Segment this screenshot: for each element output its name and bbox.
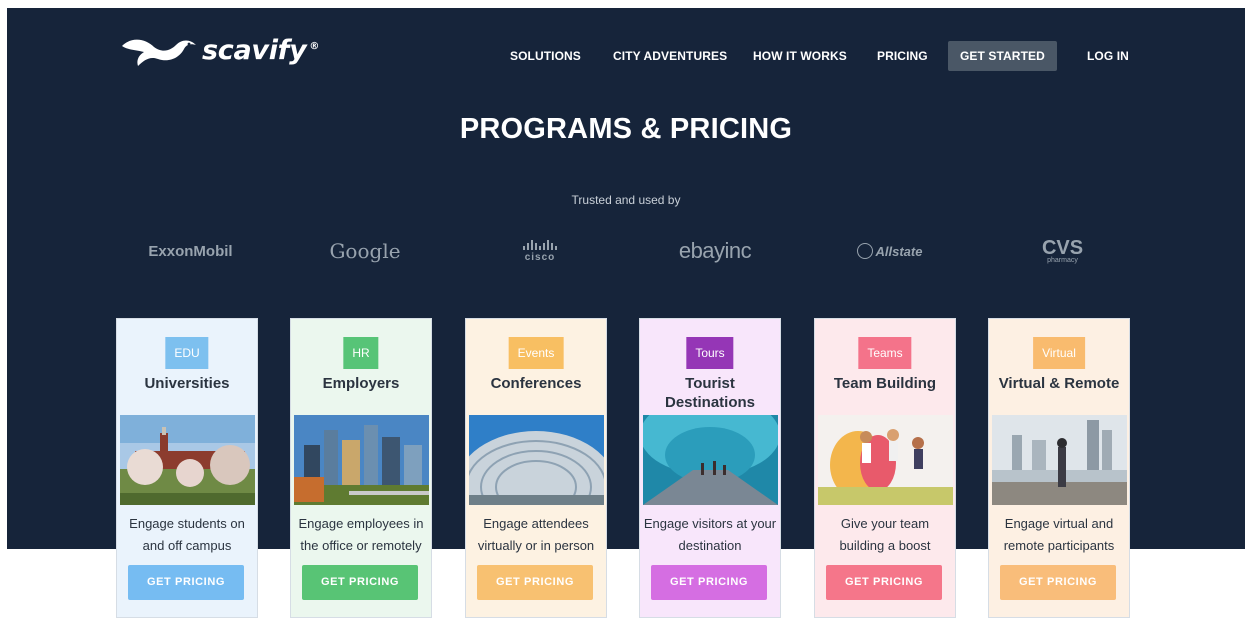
get-pricing-button-events[interactable]: GET PRICING xyxy=(477,565,593,600)
get-pricing-button-teams[interactable]: GET PRICING xyxy=(826,565,942,600)
program-card-universities: EDU Universities Engage students on and o… xyxy=(116,318,258,618)
exxonmobil-logo: ExxonMobil xyxy=(148,242,233,260)
campus-photo xyxy=(120,415,255,505)
get-pricing-button-edu[interactable]: GET PRICING xyxy=(128,565,244,600)
program-card-tourist-destinations: Tours Tourist Destinations Engage visito… xyxy=(639,318,781,618)
cvs-logo: CVS pharmacy xyxy=(1041,236,1084,264)
team-jumping-photo xyxy=(818,415,953,505)
program-title: Virtual & Remote xyxy=(998,375,1120,392)
program-tag: Events xyxy=(508,337,564,369)
program-card-conferences: Events Conferences Engage attendees virtu… xyxy=(465,318,607,618)
program-description: Engage visitors at your destination xyxy=(643,516,777,553)
nav-how-it-works[interactable]: HOW IT WORKS xyxy=(753,41,847,71)
program-tag: Teams xyxy=(858,337,912,369)
ebay-logo: ebay inc xyxy=(678,238,752,263)
conference-hall-photo xyxy=(469,415,604,505)
program-description: Engage employees in the office or remotel… xyxy=(298,516,424,553)
program-title: Tourist Destinations xyxy=(664,375,755,411)
program-title: Conferences xyxy=(490,375,582,392)
program-description: Engage students on and off campus xyxy=(129,516,245,553)
get-pricing-button-hr[interactable]: GET PRICING xyxy=(302,565,418,600)
aquarium-tunnel-photo xyxy=(643,415,778,505)
program-description: Engage attendees virtually or in person xyxy=(477,516,595,553)
nav-log-in[interactable]: LOG IN xyxy=(1087,41,1129,71)
program-card-team-building: Teams Team Building Give your team buildi… xyxy=(814,318,956,618)
allstate-hands-icon xyxy=(856,243,873,259)
allstate-logo: Allstate xyxy=(842,232,937,270)
google-logo: Google xyxy=(329,239,401,263)
get-pricing-button-virtual[interactable]: GET PRICING xyxy=(1000,565,1116,600)
program-title: Universities xyxy=(144,375,230,392)
get-pricing-button-tours[interactable]: GET PRICING xyxy=(651,565,767,600)
nav-pricing[interactable]: PRICING xyxy=(877,41,928,71)
program-title: Employers xyxy=(322,375,400,392)
program-tag: Virtual xyxy=(1033,337,1085,369)
nav-solutions[interactable]: SOLUTIONS xyxy=(510,41,581,71)
cisco-logo: cisco xyxy=(505,232,575,270)
program-card-virtual-remote: Virtual Virtual & Remote Engage virtual … xyxy=(988,318,1130,618)
nav-city-adventures[interactable]: CITY ADVENTURES xyxy=(613,41,727,71)
main-nav: SOLUTIONS CITY ADVENTURES HOW IT WORKS P… xyxy=(0,41,1252,71)
city-skyline-photo xyxy=(294,415,429,505)
get-started-button[interactable]: GET STARTED xyxy=(948,41,1057,71)
program-title: Team Building xyxy=(833,375,937,392)
program-tag: HR xyxy=(343,337,379,369)
page-title: PROGRAMS & PRICING xyxy=(459,113,793,145)
program-tag: EDU xyxy=(165,337,209,369)
program-description: Give your team building a boost xyxy=(839,516,931,553)
trusted-by-label: Trusted and used by xyxy=(571,193,681,207)
program-card-employers: HR Employers Engage employees in the offi… xyxy=(290,318,432,618)
program-description: Engage virtual and remote participants xyxy=(1003,516,1115,553)
waterfront-photo xyxy=(992,415,1127,505)
program-tag: Tours xyxy=(686,337,734,369)
